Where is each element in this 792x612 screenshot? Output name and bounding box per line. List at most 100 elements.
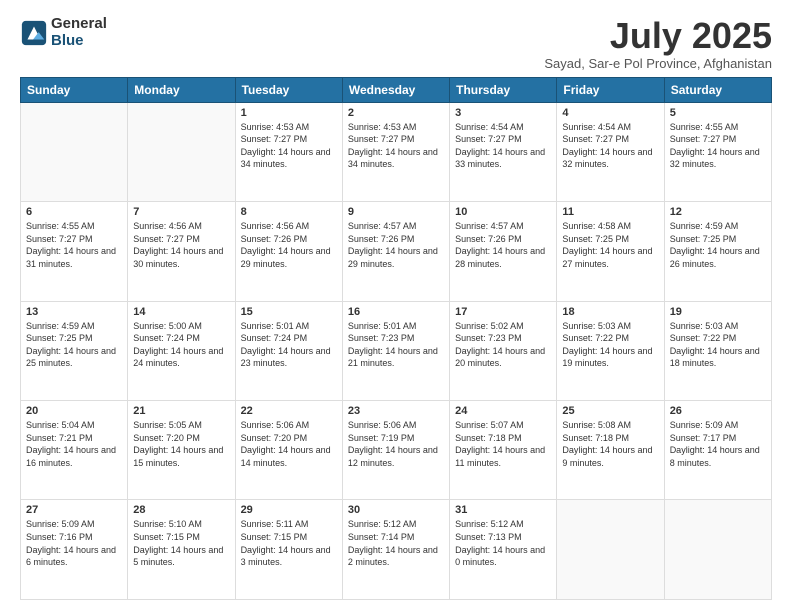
calendar-cell: 29 Sunrise: 5:11 AM Sunset: 7:15 PM Dayli…	[235, 500, 342, 600]
calendar-cell: 11Sunrise: 4:58 AM Sunset: 7:25 PM Dayli…	[557, 202, 664, 301]
day-number: 31	[455, 504, 551, 516]
day-number: 18	[562, 306, 658, 318]
day-number: 29	[241, 504, 337, 516]
month-title: July 2025	[544, 16, 772, 56]
day-number: 27	[26, 504, 122, 516]
day-number: 15	[241, 306, 337, 318]
calendar-cell: 5 Sunrise: 4:55 AM Sunset: 7:27 PM Daylig…	[664, 102, 771, 201]
logo-icon	[20, 19, 48, 47]
calendar-cell: 14Sunrise: 5:00 AM Sunset: 7:24 PM Dayli…	[128, 301, 235, 400]
day-number: 24	[455, 405, 551, 417]
day-info: Sunrise: 5:04 AM Sunset: 7:21 PM Dayligh…	[26, 419, 122, 469]
day-number: 1	[241, 107, 337, 119]
weekday-header: Thursday	[450, 77, 557, 102]
day-number: 4	[562, 107, 658, 119]
weekday-header: Wednesday	[342, 77, 449, 102]
day-number: 17	[455, 306, 551, 318]
day-info: Sunrise: 5:03 AM Sunset: 7:22 PM Dayligh…	[562, 320, 658, 370]
day-number: 12	[670, 206, 766, 218]
day-number: 7	[133, 206, 229, 218]
day-info: Sunrise: 5:06 AM Sunset: 7:19 PM Dayligh…	[348, 419, 444, 469]
calendar-cell: 18 Sunrise: 5:03 AM Sunset: 7:22 PM Dayli…	[557, 301, 664, 400]
day-number: 20	[26, 405, 122, 417]
day-info: Sunrise: 4:56 AM Sunset: 7:26 PM Dayligh…	[241, 220, 337, 270]
calendar-table: SundayMondayTuesdayWednesdayThursdayFrid…	[20, 77, 772, 600]
day-info: Sunrise: 4:55 AM Sunset: 7:27 PM Dayligh…	[26, 220, 122, 270]
calendar-cell: 28 Sunrise: 5:10 AM Sunset: 7:15 PM Dayli…	[128, 500, 235, 600]
day-info: Sunrise: 5:08 AM Sunset: 7:18 PM Dayligh…	[562, 419, 658, 469]
calendar-cell: 26Sunrise: 5:09 AM Sunset: 7:17 PM Dayli…	[664, 401, 771, 500]
day-info: Sunrise: 4:59 AM Sunset: 7:25 PM Dayligh…	[26, 320, 122, 370]
calendar-cell: 20 Sunrise: 5:04 AM Sunset: 7:21 PM Dayli…	[21, 401, 128, 500]
logo-general: General	[51, 16, 107, 33]
day-number: 6	[26, 206, 122, 218]
day-info: Sunrise: 5:01 AM Sunset: 7:24 PM Dayligh…	[241, 320, 337, 370]
day-info: Sunrise: 5:06 AM Sunset: 7:20 PM Dayligh…	[241, 419, 337, 469]
day-number: 28	[133, 504, 229, 516]
day-info: Sunrise: 5:05 AM Sunset: 7:20 PM Dayligh…	[133, 419, 229, 469]
weekday-header: Sunday	[21, 77, 128, 102]
day-number: 30	[348, 504, 444, 516]
title-block: July 2025 Sayad, Sar-e Pol Province, Afg…	[544, 16, 772, 71]
calendar-cell	[557, 500, 664, 600]
weekday-header-row: SundayMondayTuesdayWednesdayThursdayFrid…	[21, 77, 772, 102]
calendar-cell	[128, 102, 235, 201]
logo: General Blue	[20, 16, 107, 49]
day-number: 19	[670, 306, 766, 318]
day-number: 13	[26, 306, 122, 318]
calendar-cell: 31Sunrise: 5:12 AM Sunset: 7:13 PM Dayli…	[450, 500, 557, 600]
calendar-cell: 12 Sunrise: 4:59 AM Sunset: 7:25 PM Dayli…	[664, 202, 771, 301]
calendar-cell: 15 Sunrise: 5:01 AM Sunset: 7:24 PM Dayli…	[235, 301, 342, 400]
day-info: Sunrise: 5:10 AM Sunset: 7:15 PM Dayligh…	[133, 518, 229, 568]
day-info: Sunrise: 4:56 AM Sunset: 7:27 PM Dayligh…	[133, 220, 229, 270]
calendar-week-row: 6 Sunrise: 4:55 AM Sunset: 7:27 PM Daylig…	[21, 202, 772, 301]
calendar-cell: 6 Sunrise: 4:55 AM Sunset: 7:27 PM Daylig…	[21, 202, 128, 301]
calendar-cell: 27 Sunrise: 5:09 AM Sunset: 7:16 PM Dayli…	[21, 500, 128, 600]
weekday-header: Tuesday	[235, 77, 342, 102]
day-number: 21	[133, 405, 229, 417]
day-info: Sunrise: 5:07 AM Sunset: 7:18 PM Dayligh…	[455, 419, 551, 469]
calendar-cell: 24 Sunrise: 5:07 AM Sunset: 7:18 PM Dayli…	[450, 401, 557, 500]
calendar-cell	[21, 102, 128, 201]
day-info: Sunrise: 5:09 AM Sunset: 7:16 PM Dayligh…	[26, 518, 122, 568]
calendar-cell: 9Sunrise: 4:57 AM Sunset: 7:26 PM Daylig…	[342, 202, 449, 301]
day-info: Sunrise: 5:09 AM Sunset: 7:17 PM Dayligh…	[670, 419, 766, 469]
day-info: Sunrise: 4:57 AM Sunset: 7:26 PM Dayligh…	[455, 220, 551, 270]
day-info: Sunrise: 4:53 AM Sunset: 7:27 PM Dayligh…	[348, 121, 444, 171]
day-number: 2	[348, 107, 444, 119]
day-number: 5	[670, 107, 766, 119]
calendar-cell	[664, 500, 771, 600]
calendar-cell: 19 Sunrise: 5:03 AM Sunset: 7:22 PM Dayli…	[664, 301, 771, 400]
calendar-cell: 16 Sunrise: 5:01 AM Sunset: 7:23 PM Dayli…	[342, 301, 449, 400]
calendar-cell: 7 Sunrise: 4:56 AM Sunset: 7:27 PM Daylig…	[128, 202, 235, 301]
day-info: Sunrise: 5:03 AM Sunset: 7:22 PM Dayligh…	[670, 320, 766, 370]
calendar-cell: 30Sunrise: 5:12 AM Sunset: 7:14 PM Dayli…	[342, 500, 449, 600]
calendar-week-row: 27 Sunrise: 5:09 AM Sunset: 7:16 PM Dayli…	[21, 500, 772, 600]
calendar-week-row: 20 Sunrise: 5:04 AM Sunset: 7:21 PM Dayli…	[21, 401, 772, 500]
day-number: 11	[562, 206, 658, 218]
day-info: Sunrise: 4:59 AM Sunset: 7:25 PM Dayligh…	[670, 220, 766, 270]
calendar-cell: 1 Sunrise: 4:53 AM Sunset: 7:27 PM Daylig…	[235, 102, 342, 201]
day-info: Sunrise: 4:54 AM Sunset: 7:27 PM Dayligh…	[455, 121, 551, 171]
page: General Blue July 2025 Sayad, Sar-e Pol …	[0, 0, 792, 612]
weekday-header: Saturday	[664, 77, 771, 102]
day-info: Sunrise: 5:02 AM Sunset: 7:23 PM Dayligh…	[455, 320, 551, 370]
day-number: 23	[348, 405, 444, 417]
day-info: Sunrise: 4:53 AM Sunset: 7:27 PM Dayligh…	[241, 121, 337, 171]
calendar-cell: 4Sunrise: 4:54 AM Sunset: 7:27 PM Daylig…	[557, 102, 664, 201]
calendar-cell: 10Sunrise: 4:57 AM Sunset: 7:26 PM Dayli…	[450, 202, 557, 301]
day-info: Sunrise: 4:55 AM Sunset: 7:27 PM Dayligh…	[670, 121, 766, 171]
day-number: 25	[562, 405, 658, 417]
header: General Blue July 2025 Sayad, Sar-e Pol …	[20, 16, 772, 71]
day-info: Sunrise: 5:01 AM Sunset: 7:23 PM Dayligh…	[348, 320, 444, 370]
day-number: 22	[241, 405, 337, 417]
calendar-cell: 13 Sunrise: 4:59 AM Sunset: 7:25 PM Dayli…	[21, 301, 128, 400]
day-number: 16	[348, 306, 444, 318]
calendar-cell: 23 Sunrise: 5:06 AM Sunset: 7:19 PM Dayli…	[342, 401, 449, 500]
day-info: Sunrise: 5:11 AM Sunset: 7:15 PM Dayligh…	[241, 518, 337, 568]
day-info: Sunrise: 4:57 AM Sunset: 7:26 PM Dayligh…	[348, 220, 444, 270]
calendar-cell: 3Sunrise: 4:54 AM Sunset: 7:27 PM Daylig…	[450, 102, 557, 201]
logo-text: General Blue	[51, 16, 107, 49]
calendar-cell: 21 Sunrise: 5:05 AM Sunset: 7:20 PM Dayli…	[128, 401, 235, 500]
calendar-week-row: 13 Sunrise: 4:59 AM Sunset: 7:25 PM Dayli…	[21, 301, 772, 400]
